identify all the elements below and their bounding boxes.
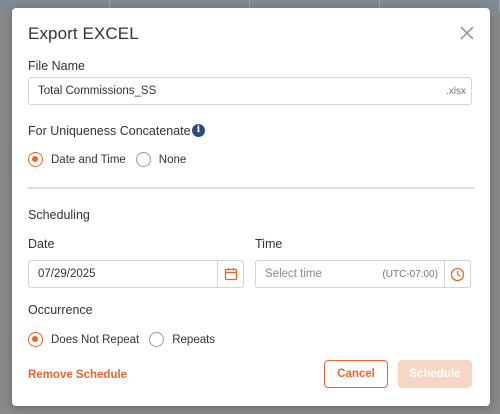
uniqueness-label: For Uniqueness Concatenate [28, 124, 191, 138]
scheduling-heading: Scheduling [28, 208, 90, 222]
info-icon[interactable]: i [192, 124, 205, 137]
section-divider [28, 187, 474, 189]
cancel-button[interactable]: Cancel [324, 360, 388, 388]
date-label: Date [28, 237, 55, 251]
calendar-icon[interactable] [217, 261, 243, 287]
schedule-button[interactable]: Schedule [398, 360, 472, 388]
radio-none-label: None [158, 153, 187, 166]
uniqueness-radio-group: Date and Time None [28, 152, 196, 167]
dialog-title: Export EXCEL [28, 24, 139, 43]
radio-selected-indicator[interactable] [28, 332, 43, 347]
radio-unselected-indicator[interactable] [135, 152, 151, 167]
file-name-value: Total Commissions_SS [38, 85, 157, 97]
export-excel-dialog: Export EXCEL File Name Total Commissions… [12, 8, 490, 406]
occurrence-radio-group: Does Not Repeat Repeats [28, 332, 225, 347]
time-placeholder: Select time [265, 268, 322, 280]
remove-schedule-link[interactable]: Remove Schedule [28, 369, 127, 381]
time-field[interactable]: Select time (UTC-07:00) [255, 260, 471, 288]
radio-unselected-indicator[interactable] [149, 332, 165, 347]
radio-none[interactable]: None [135, 152, 187, 167]
radio-does-not-repeat[interactable]: Does Not Repeat [28, 332, 139, 347]
file-extension-suffix: .xlsx [446, 86, 466, 97]
clock-icon[interactable] [444, 261, 470, 287]
radio-date-and-time-label: Date and Time [51, 153, 126, 166]
radio-repeats-label: Repeats [172, 333, 216, 346]
timezone-label: (UTC-07:00) [382, 269, 438, 280]
radio-date-and-time[interactable]: Date and Time [28, 152, 126, 167]
occurrence-label: Occurrence [28, 303, 93, 317]
date-value: 07/29/2025 [38, 268, 96, 280]
file-name-label: File Name [28, 59, 85, 73]
radio-repeats[interactable]: Repeats [149, 332, 215, 347]
date-field[interactable]: 07/29/2025 [28, 260, 244, 288]
time-label: Time [255, 237, 283, 251]
radio-does-not-repeat-label: Does Not Repeat [51, 333, 140, 346]
radio-selected-indicator[interactable] [28, 152, 43, 167]
close-icon[interactable] [458, 24, 476, 42]
file-name-field[interactable]: Total Commissions_SS .xlsx [28, 77, 472, 105]
